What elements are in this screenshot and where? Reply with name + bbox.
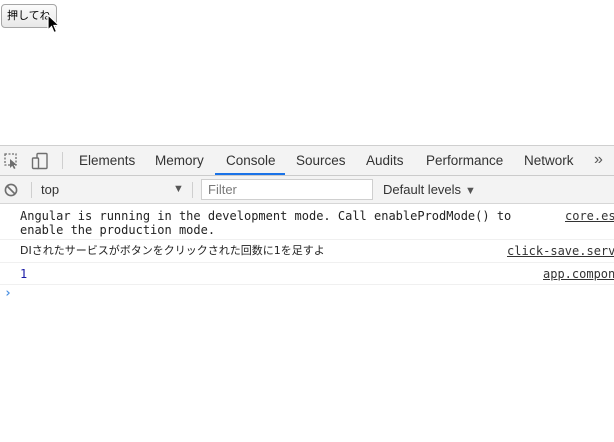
devtools-panel: Elements Memory Console Sources Audits P… [0, 145, 614, 442]
console-prompt[interactable]: › [0, 285, 614, 307]
more-tabs-icon[interactable]: » [594, 146, 603, 175]
tab-performance[interactable]: Performance [426, 146, 503, 175]
clear-console-icon[interactable] [4, 183, 18, 197]
log-levels-selector[interactable]: Default levels ▼ [383, 176, 476, 203]
filterbar-divider [192, 182, 193, 198]
console-filterbar: top ▼ Default levels▼ [0, 176, 614, 204]
page-viewport: 押してね [0, 0, 614, 145]
toolbar-divider [62, 152, 63, 169]
message-source-link[interactable]: core.es [565, 209, 614, 223]
levels-dropdown-icon: ▼ [465, 185, 476, 197]
console-messages: Angular is running in the development mo… [0, 204, 614, 307]
tab-network[interactable]: Network [524, 146, 574, 175]
active-tab-indicator [215, 173, 285, 175]
context-dropdown-icon[interactable]: ▼ [173, 176, 184, 203]
device-toolbar-icon[interactable] [31, 152, 49, 170]
tab-sources[interactable]: Sources [296, 146, 346, 175]
mouse-pointer-icon [47, 14, 61, 34]
message-source-link[interactable]: app.compon [543, 267, 614, 281]
tab-elements[interactable]: Elements [79, 146, 135, 175]
log-levels-label: Default levels [383, 182, 462, 197]
console-message: 1 app.compon [0, 263, 614, 285]
filter-input[interactable] [201, 179, 373, 200]
devtools-tabbar: Elements Memory Console Sources Audits P… [0, 146, 614, 176]
message-text: Angular is running in the development mo… [20, 209, 512, 237]
tab-memory[interactable]: Memory [155, 146, 204, 175]
context-selector[interactable]: top [41, 176, 59, 203]
tab-audits[interactable]: Audits [366, 146, 404, 175]
tab-console[interactable]: Console [226, 146, 276, 175]
console-message: DIされたサービスがボタンをクリックされた回数に1を足すよ click-save… [0, 240, 614, 263]
filterbar-divider [31, 182, 32, 198]
message-text: DIされたサービスがボタンをクリックされた回数に1を足すよ [20, 244, 325, 257]
message-source-link[interactable]: click-save.serv [507, 244, 614, 258]
prompt-chevron-icon: › [4, 286, 12, 301]
message-value: 1 [20, 267, 28, 281]
console-message: Angular is running in the development mo… [0, 204, 614, 240]
inspect-element-icon[interactable] [3, 152, 21, 170]
